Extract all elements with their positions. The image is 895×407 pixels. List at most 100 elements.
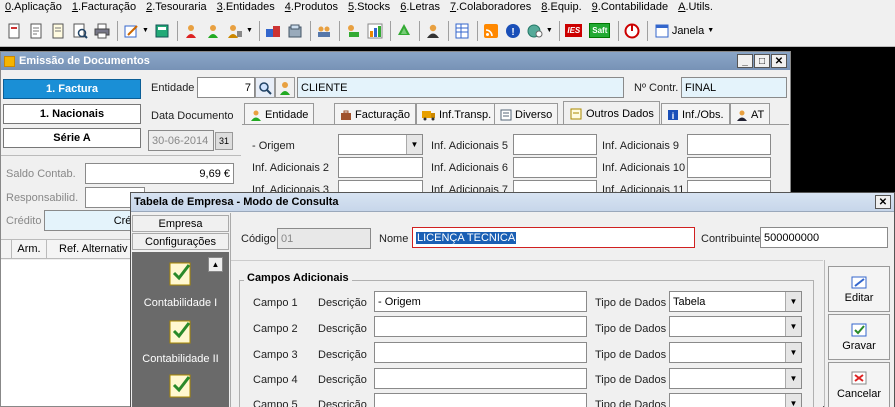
scroll-up-icon[interactable]: ▲ xyxy=(208,257,223,272)
cliente-field[interactable]: CLIENTE xyxy=(297,77,624,98)
web-icon[interactable] xyxy=(525,21,545,41)
side-empresa[interactable]: Empresa xyxy=(132,215,229,232)
chevron-down-icon[interactable]: ▼ xyxy=(246,27,253,34)
spreadsheet-icon[interactable] xyxy=(452,21,472,41)
tab-outros-dados[interactable]: Outros Dados xyxy=(563,101,660,125)
campo-2-descricao[interactable] xyxy=(374,316,587,337)
campo-1-descricao[interactable]: - Origem xyxy=(374,291,587,312)
menu-stocks[interactable]: 5.Stocks xyxy=(343,0,395,15)
minimize-button[interactable]: _ xyxy=(737,54,753,68)
tabela-titlebar[interactable]: Tabela de Empresa - Modo de Consulta ✕ xyxy=(131,193,894,212)
codigo-field: 01 xyxy=(277,228,371,249)
tipo-label: Tipo de Dados xyxy=(595,374,667,386)
tab-inf-obs[interactable]: i Inf./Obs. xyxy=(661,103,730,125)
menu-utils[interactable]: A.Utils. xyxy=(673,0,718,15)
data-documento-field[interactable]: 30-06-2014 xyxy=(148,130,214,151)
document-icon[interactable] xyxy=(4,21,24,41)
ncontr-field[interactable]: FINAL xyxy=(681,77,787,98)
nav-serie[interactable]: Série A xyxy=(3,128,141,148)
menu-colaboradores[interactable]: 7.Colaboradores xyxy=(445,0,536,15)
recycle-icon[interactable] xyxy=(394,21,414,41)
window-menu[interactable]: Janela ▼ xyxy=(655,24,714,38)
side-item-contabilidade-ii[interactable]: Contabilidade II xyxy=(132,353,229,365)
contribuinte-field[interactable]: 500000000 xyxy=(760,227,888,248)
products-icon[interactable] xyxy=(263,21,283,41)
menu-produtos[interactable]: 4.Produtos xyxy=(280,0,343,15)
person-icon[interactable] xyxy=(275,77,295,98)
inf-adicionais-2-field[interactable] xyxy=(338,157,423,178)
print-icon[interactable] xyxy=(92,21,112,41)
tab-diverso[interactable]: Diverso xyxy=(494,103,559,125)
tab-inf-transp[interactable]: Inf.Transp. xyxy=(416,103,498,125)
campo-3-descricao[interactable] xyxy=(374,342,587,363)
campo-5-descricao[interactable] xyxy=(374,393,587,407)
gravar-button[interactable]: Gravar xyxy=(828,314,890,360)
nav-nacionais[interactable]: 1. Nacionais xyxy=(3,104,141,124)
tab-facturacao[interactable]: Facturação xyxy=(334,103,417,125)
lines-table-body[interactable] xyxy=(1,260,133,406)
close-button[interactable]: ✕ xyxy=(875,195,891,209)
menu-aplicacao[interactable]: 0.Aplicação xyxy=(0,0,67,15)
calculator-icon[interactable] xyxy=(152,21,172,41)
search-icon[interactable] xyxy=(255,77,275,98)
side-item-contabilidade-i[interactable]: Contabilidade I xyxy=(132,297,229,309)
pencil-icon[interactable] xyxy=(121,21,141,41)
team-icon[interactable] xyxy=(314,21,334,41)
ies-label: IES xyxy=(565,24,583,37)
client-icon[interactable] xyxy=(181,21,201,41)
info-icon[interactable]: ! xyxy=(503,21,523,41)
menu-contabilidade[interactable]: 9.Contabilidade xyxy=(587,0,673,15)
campo-4-tipo[interactable]: ▼ xyxy=(669,368,802,389)
chevron-down-icon[interactable]: ▼ xyxy=(546,27,553,34)
money-icon[interactable] xyxy=(343,21,363,41)
tab-label: Diverso xyxy=(515,108,553,121)
nome-field[interactable]: LICENÇA TECNICA xyxy=(412,227,695,248)
checklist-icon xyxy=(167,371,195,402)
col-ref[interactable]: Ref. Alternativ xyxy=(47,240,133,258)
supplier-icon[interactable] xyxy=(203,21,223,41)
entidade-input[interactable]: 7 xyxy=(197,77,255,98)
saft-icon[interactable]: Saft xyxy=(587,21,613,41)
stock-icon[interactable] xyxy=(285,21,305,41)
chevron-down-icon[interactable]: ▼ xyxy=(142,27,149,34)
menu-entidades[interactable]: 3.Entidades xyxy=(212,0,280,15)
campo-5-tipo[interactable]: ▼ xyxy=(669,393,802,407)
col-arm-label: Arm. xyxy=(17,243,41,255)
logout-icon[interactable] xyxy=(622,21,642,41)
editar-button[interactable]: Editar xyxy=(828,266,890,312)
chevron-down-icon: ▼ xyxy=(785,369,801,388)
campo-3-tipo[interactable]: ▼ xyxy=(669,342,802,363)
inf-adicionais-10-field[interactable] xyxy=(687,157,771,178)
col-arm[interactable]: Arm. xyxy=(12,240,47,258)
preview-icon[interactable] xyxy=(70,21,90,41)
notes-icon[interactable] xyxy=(48,21,68,41)
menu-tesouraria[interactable]: 2.Tesouraria xyxy=(141,0,212,15)
inf-adicionais-6-field[interactable] xyxy=(513,157,597,178)
menu-letras[interactable]: 6.Letras xyxy=(395,0,445,15)
ies-icon[interactable]: IES xyxy=(563,21,585,41)
rss-icon[interactable] xyxy=(481,21,501,41)
menu-facturacao[interactable]: 1.Facturação xyxy=(67,0,141,15)
inf-adicionais-9-field[interactable] xyxy=(687,134,771,155)
close-button[interactable]: ✕ xyxy=(771,54,787,68)
codigo-value: 01 xyxy=(281,232,294,245)
edit-document-icon[interactable] xyxy=(26,21,46,41)
tab-at[interactable]: AT xyxy=(730,103,771,125)
campo-1-tipo[interactable]: Tabela ▼ xyxy=(669,291,802,312)
side-configuracoes[interactable]: Configurações xyxy=(132,233,229,250)
campo-2-tipo[interactable]: ▼ xyxy=(669,316,802,337)
user-icon[interactable] xyxy=(423,21,443,41)
campo-4-descricao[interactable] xyxy=(374,368,587,389)
inf-adicionais-5-field[interactable] xyxy=(513,134,597,155)
chart-icon[interactable] xyxy=(365,21,385,41)
menu-equip[interactable]: 8.Equip. xyxy=(536,0,586,15)
calendar-icon[interactable]: 31 xyxy=(215,132,233,150)
users-icon[interactable] xyxy=(225,21,245,41)
tab-entidade[interactable]: Entidade xyxy=(244,103,315,125)
emissao-titlebar[interactable]: Emissão de Documentos _ □ ✕ xyxy=(1,52,790,70)
nav-factura[interactable]: 1. Factura xyxy=(3,79,141,99)
cancelar-button[interactable]: Cancelar xyxy=(828,362,890,407)
origem-select[interactable]: ▼ xyxy=(338,134,423,155)
maximize-button[interactable]: □ xyxy=(754,54,770,68)
window-menu-label: Janela xyxy=(671,24,705,37)
